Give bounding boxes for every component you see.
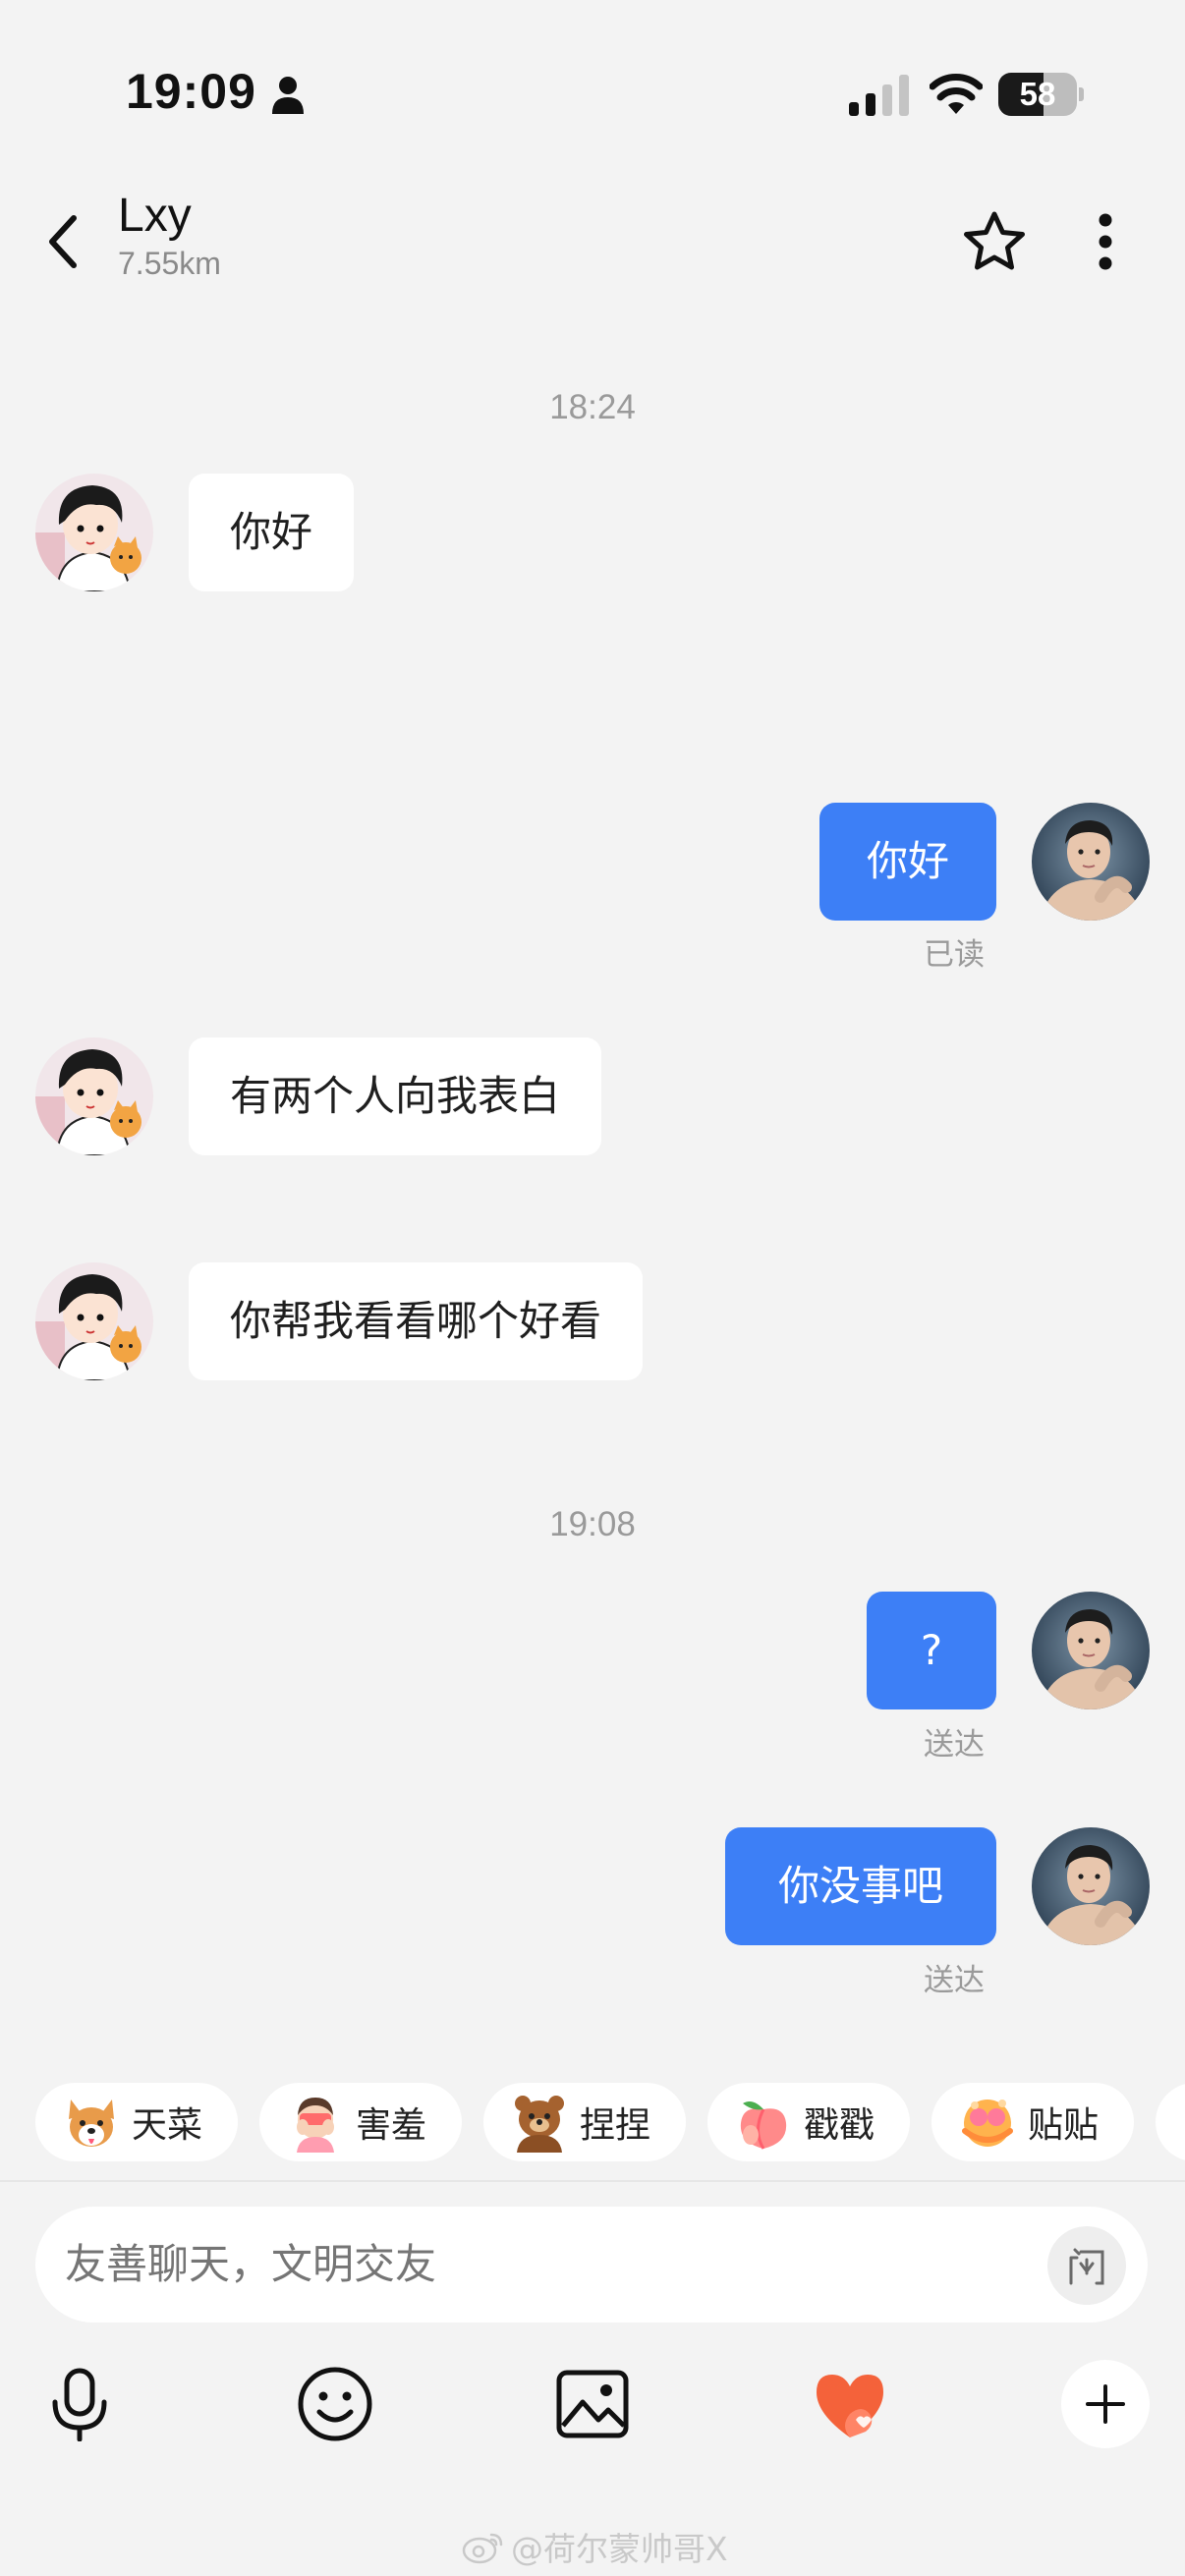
more-button[interactable] [1071,202,1140,281]
back-chevron-icon [49,215,77,268]
contact-avatar[interactable] [35,1037,153,1155]
heart-gift-icon [817,2375,883,2437]
my-avatar[interactable] [1032,1827,1150,1945]
signal-icon [849,75,909,116]
hug-icon [962,2100,1013,2147]
sticker-chip-chuochuo[interactable]: 戳戳 [707,2083,910,2161]
message-bubble[interactable]: 你没事吧 [725,1827,996,1945]
chat-timestamp: 18:24 [549,388,636,426]
status-bar: 19:09 58 [0,0,1185,187]
microphone-icon [52,2368,107,2441]
shy-icon [297,2098,334,2153]
read-status: 已读 [924,937,985,973]
message-input[interactable] [65,2207,1028,2323]
battery-percent: 58 [1019,76,1056,112]
watermark-text: @荷尔蒙帅哥X [511,2530,728,2568]
sticker-chip-haixiu[interactable]: 害羞 [259,2083,462,2161]
my-avatar[interactable] [1032,803,1150,921]
divider [0,2180,1185,2182]
status-time: 19:09 [126,64,256,119]
chat-header: Lxy 7.55km [0,187,1185,295]
sticker-label: 戳戳 [804,2105,875,2146]
my-avatar[interactable] [1032,1592,1150,1709]
gift-heart-button[interactable] [806,2360,894,2448]
sticker-label: 天菜 [132,2105,203,2146]
sticker-chip-tiancai[interactable]: 天菜 [35,2083,238,2161]
sticker-label: 捏捏 [580,2105,651,2146]
voice-button[interactable] [35,2360,124,2448]
wifi-icon [930,74,983,114]
flash-button[interactable] [1047,2226,1126,2305]
watermark: @荷尔蒙帅哥X [462,2523,728,2570]
flash-icon [1069,2248,1104,2285]
sticker-chip-more[interactable] [1156,2083,1185,2161]
sticker-label: 害羞 [356,2105,427,2146]
contact-avatar[interactable] [35,474,153,591]
message-bubble[interactable]: 你好 [819,803,996,921]
sticker-chip-tietie[interactable]: 贴贴 [931,2083,1134,2161]
delivery-status: 送达 [924,1727,985,1763]
message-bubble[interactable]: 你帮我看看哪个好看 [189,1262,644,1380]
emoji-button[interactable] [291,2360,379,2448]
message-bubble[interactable]: 有两个人向我表白 [189,1037,602,1155]
sticker-chip-nienie[interactable]: 捏捏 [483,2083,686,2161]
chat-timestamp: 19:08 [549,1505,636,1543]
image-icon [556,2370,629,2438]
more-vertical-icon [1099,213,1112,270]
contact-avatar[interactable] [35,1262,153,1380]
more-actions-button[interactable] [1061,2360,1150,2448]
battery-icon: 58 [998,73,1084,116]
message-input-box[interactable] [35,2207,1148,2323]
sticker-label: 贴贴 [1028,2105,1100,2146]
person-icon [272,77,304,114]
contact-name[interactable]: Lxy [118,189,192,243]
favorite-button[interactable] [955,202,1034,281]
peach-icon [740,2101,787,2150]
weibo-icon [462,2533,503,2564]
message-bubble[interactable]: ? [867,1592,996,1709]
star-icon [964,211,1025,270]
image-button[interactable] [548,2360,637,2448]
contact-distance: 7.55km [118,246,221,281]
corgi-icon [69,2100,114,2147]
message-bubble[interactable]: 你好 [189,474,355,591]
plus-icon [1086,2384,1125,2424]
back-button[interactable] [29,204,98,279]
delivery-status: 送达 [924,1963,985,1998]
bear-icon [515,2096,564,2153]
sticker-suggestion-bar: 天菜 害羞 捏捏 戳戳 贴贴 [0,2075,1185,2169]
emoji-icon [298,2367,372,2441]
